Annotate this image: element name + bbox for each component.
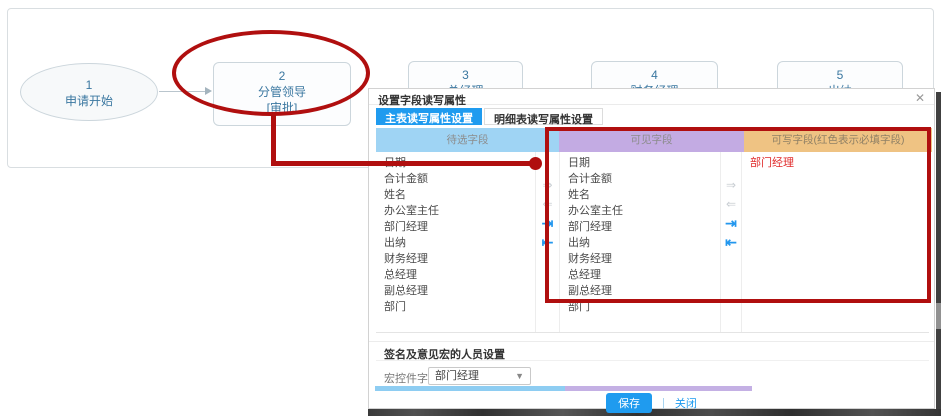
macro-field-dropdown[interactable]: 部门经理 ▼ bbox=[428, 367, 531, 385]
list-item[interactable]: 部门经理 bbox=[376, 219, 535, 235]
save-button[interactable]: 保存 bbox=[606, 393, 652, 413]
annotation-ellipse bbox=[172, 30, 370, 116]
background-bottom-bar bbox=[368, 409, 941, 416]
dialog-title: 设置字段读写属性 bbox=[378, 92, 466, 108]
flow-node-number: 4 bbox=[592, 67, 717, 83]
divider bbox=[376, 360, 929, 361]
list-item[interactable]: 部门 bbox=[376, 299, 535, 315]
list-item[interactable]: 出纳 bbox=[376, 235, 535, 251]
list-item[interactable]: 办公室主任 bbox=[376, 203, 535, 219]
annotation-connector-horizontal bbox=[271, 161, 534, 166]
progress-segment-purple bbox=[565, 386, 752, 391]
annotation-connector-vertical bbox=[271, 112, 276, 165]
flow-node-number: 5 bbox=[778, 67, 902, 83]
divider bbox=[369, 341, 934, 342]
list-item[interactable]: 总经理 bbox=[376, 267, 535, 283]
annotation-connector-dot bbox=[529, 157, 542, 170]
dialog-header: 设置字段读写属性 ✕ bbox=[369, 89, 934, 105]
flow-node-number: 1 bbox=[21, 77, 157, 93]
list-item[interactable]: 副总经理 bbox=[376, 283, 535, 299]
flow-node-number: 3 bbox=[409, 67, 522, 83]
close-button[interactable]: 关闭 bbox=[675, 395, 697, 411]
chevron-down-icon: ▼ bbox=[515, 368, 524, 384]
button-separator: | bbox=[662, 397, 665, 409]
tab-main-table[interactable]: 主表读写属性设置 bbox=[376, 108, 482, 125]
progress-segment-blue bbox=[375, 386, 565, 391]
available-fields-list: 日期 合计金额 姓名 办公室主任 部门经理 出纳 财务经理 总经理 副总经理 部… bbox=[376, 152, 536, 332]
dialog-tabs: 主表读写属性设置 明细表读写属性设置 bbox=[376, 108, 605, 125]
dialog-buttons: 保存 | 关闭 bbox=[369, 395, 934, 410]
flow-node-start[interactable]: 1 申请开始 bbox=[20, 63, 158, 121]
screen: 1 申请开始 2 分管领导 [审批] 3 总经理 4 财务经理 5 出纳 设置字… bbox=[0, 0, 943, 416]
list-item[interactable]: 财务经理 bbox=[376, 251, 535, 267]
flow-node-label: 申请开始 bbox=[21, 93, 157, 109]
list-item[interactable]: 合计金额 bbox=[376, 171, 535, 187]
bottom-progress-bar bbox=[375, 386, 752, 391]
list-item[interactable]: 姓名 bbox=[376, 187, 535, 203]
tab-detail-table[interactable]: 明细表读写属性设置 bbox=[484, 108, 603, 125]
close-icon[interactable]: ✕ bbox=[915, 91, 925, 105]
header-available-fields: 待选字段 bbox=[376, 128, 559, 152]
background-scrollbar-track bbox=[936, 92, 941, 415]
macro-field-value: 部门经理 bbox=[435, 370, 479, 382]
scrollbar-thumb[interactable] bbox=[936, 303, 941, 329]
annotation-rectangle bbox=[545, 127, 931, 303]
